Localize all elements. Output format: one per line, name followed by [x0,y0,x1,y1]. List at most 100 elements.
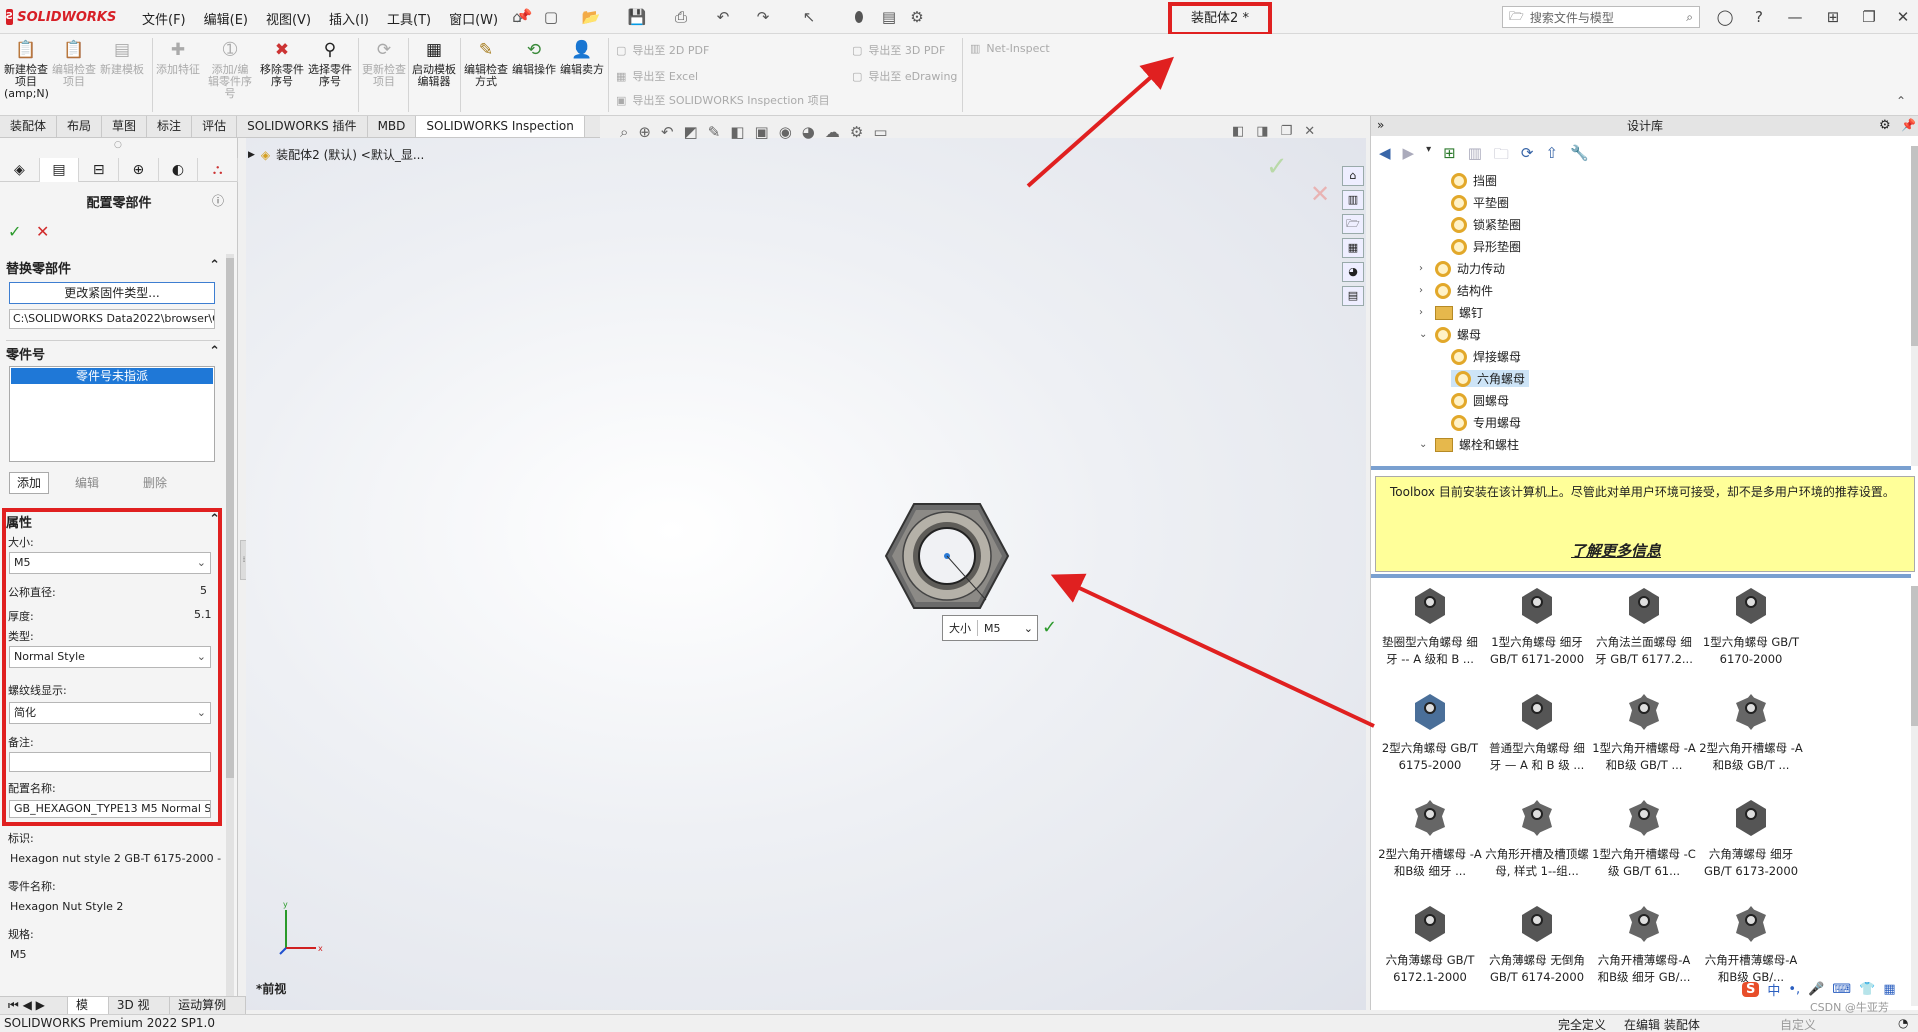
items-scrollbar[interactable] [1911,586,1918,1006]
tile-right-icon[interactable]: ◨ [1256,124,1268,139]
library-item[interactable]: 普通型六角螺母 细牙 — A 和 B 级 ... [1484,692,1590,774]
export-excel-button[interactable]: ▦ 导出至 Excel [616,68,698,84]
library-item[interactable]: 2型六角螺母 GB/T 6175-2000 [1377,692,1483,774]
scroll-nav-icon[interactable]: ⏮ ◀ ▶ ⏭ [0,997,69,1029]
display-manager-tab-icon[interactable]: ◐ [159,158,199,182]
search-box[interactable]: 🗁 搜索文件与模型 ⌕ [1502,6,1700,28]
panel-grip[interactable]: ○ [114,140,122,150]
keyboard-icon[interactable]: ⌨ [1832,982,1851,997]
tree-item[interactable]: ⌄ 螺栓和螺柱 [1419,436,1519,453]
panel-settings-icon[interactable]: ⚙ [1879,118,1891,133]
library-item[interactable]: 六角法兰面螺母 细牙 GB/T 6177.2... [1591,586,1697,668]
menu-edit[interactable]: 编辑(E) [204,9,248,28]
tab-markup[interactable]: 标注 [147,116,193,137]
update-inspection-button[interactable]: ⟳ 更新检查项目 [362,38,406,88]
library-item[interactable]: 六角薄螺母 GB/T 6172.1-2000 [1377,904,1483,986]
collapse-ribbon-icon[interactable]: ⌃ [1896,94,1906,108]
menu-file[interactable]: 文件(F) [142,9,186,28]
expand-arrow-icon[interactable]: ▶ [248,150,255,160]
edit-inspection-method-button[interactable]: ✎ 编辑检查方式 [464,38,508,88]
view-orientation-icon[interactable]: ◧ [730,123,744,141]
part-number-section-header[interactable]: 零件号 ⌃ [6,344,220,363]
delete-button[interactable]: 删除 [130,473,180,493]
menu-window[interactable]: 窗口(W) [449,9,498,28]
open-icon[interactable]: 📂 [580,6,602,28]
remove-balloon-button[interactable]: ✖ 移除零件序号 [260,38,304,88]
refresh-icon[interactable]: ⟳ [1521,144,1534,169]
path-field[interactable]: C:\SOLIDWORKS Data2022\browser\GB [9,309,215,329]
status-help-icon[interactable]: ◔ [1898,1016,1908,1030]
design-library-icon[interactable]: ▥ [1342,190,1364,210]
add-edit-balloon-button[interactable]: ➀ 添加/编辑零件序号 [208,38,252,100]
list-item[interactable]: 零件号未指派 [11,368,213,384]
chevron-down-icon[interactable]: ⌄ [1419,329,1429,340]
dynamic-annotation-icon[interactable]: ✎ [708,123,721,141]
tree-item[interactable]: 焊接螺母 [1451,348,1521,365]
hex-nut-model[interactable] [882,500,1012,612]
back-icon[interactable]: ◀ [1379,144,1391,169]
tab-inspection[interactable]: SOLIDWORKS Inspection [416,116,585,137]
zoom-fit-icon[interactable]: ⌕ [620,123,628,141]
chevron-right-icon[interactable]: › [1419,307,1429,318]
edit-operation-button[interactable]: ⟲ 编辑操作 [512,38,556,76]
part-number-list[interactable]: 零件号未指派 [9,366,215,462]
tree-item[interactable]: 圆螺母 [1451,392,1509,409]
library-item[interactable]: 六角形开槽及槽顶螺母, 样式 1--组... [1484,798,1590,880]
chevron-down-icon[interactable]: ⌄ [1419,439,1429,450]
library-item[interactable]: 六角薄螺母 无倒角 GB/T 6174-2000 [1484,904,1590,986]
previous-view-icon[interactable]: ↶ [661,123,674,141]
tile-left-icon[interactable]: ◧ [1232,124,1244,139]
popup-ok-icon[interactable]: ✓ [1042,617,1057,638]
zoom-area-icon[interactable]: ⊕ [638,123,651,141]
appearances-icon[interactable]: ◕ [1342,262,1364,282]
undo-icon[interactable]: ↶ [712,6,734,28]
solidworks-logo[interactable]: Ƨ SOLIDWORKS [6,7,116,27]
tree-item[interactable]: 异形垫圈 [1451,238,1521,255]
edit-appearance-icon[interactable]: ◕ [802,123,815,141]
chevron-down-icon[interactable]: ⌄ [1024,622,1037,635]
chevron-right-icon[interactable]: › [1419,263,1429,274]
solidworks-resources-icon[interactable]: ⌂ [1342,166,1364,186]
tab-3d-views[interactable]: 3D 视图 [109,997,171,1029]
menu-insert[interactable]: 插入(I) [329,9,369,28]
add-button[interactable]: 添加 [9,472,49,494]
export-inspection-project-button[interactable]: ▣ 导出至 SOLIDWORKS Inspection 项目 [616,92,830,108]
help-icon[interactable]: ⓘ [212,192,224,209]
library-item[interactable]: 六角薄螺母 细牙 GB/T 6173-2000 [1698,798,1804,880]
status-custom[interactable]: 自定义 [1780,1016,1816,1032]
toolbox-icon[interactable]: 🔧 [1570,144,1589,169]
collapse-panel-icon[interactable]: » [1377,118,1384,132]
tree-scrollbar[interactable] [1911,146,1918,466]
add-file-location-icon[interactable]: ▥ [1468,144,1482,169]
skin-icon[interactable]: 👕 [1859,982,1875,997]
cam-tab-icon[interactable]: ⛬ [198,158,239,182]
export-2d-pdf-button[interactable]: ▢ 导出至 2D PDF [616,42,709,58]
dimxpert-tab-icon[interactable]: ⊕ [119,158,159,182]
tile-icon[interactable]: ⊞ [1820,6,1846,28]
rebuild-icon[interactable]: ⬮ [848,6,870,28]
change-fastener-type-button[interactable]: 更改紧固件类型... [9,282,215,304]
edit-button[interactable]: 编辑 [62,473,112,493]
tab-addins[interactable]: SOLIDWORKS 插件 [237,116,368,137]
close-window-icon[interactable]: ✕ [1304,124,1315,139]
search-input[interactable]: 搜索文件与模型 [1530,9,1680,26]
collapse-icon[interactable]: ⌃ [209,344,220,363]
replace-section-header[interactable]: 替换零部件 ⌃ [6,258,220,277]
tree-item[interactable]: 六角螺母 [1451,370,1530,387]
library-item[interactable]: 1型六角螺母 GB/T 6170-2000 [1698,586,1804,668]
select-balloon-button[interactable]: ⚲ 选择零件序号 [308,38,352,88]
tab-model[interactable]: 模型 [68,997,109,1029]
scene-icon[interactable]: ☁ [825,123,840,141]
tree-item[interactable]: 平垫圈 [1451,194,1509,211]
print-icon[interactable]: ⎙ [670,6,692,28]
scrollbar-thumb[interactable] [1911,586,1918,726]
library-item[interactable]: 六角开槽薄螺母-A 和B级 GB/... [1698,904,1804,986]
library-item[interactable]: 六角开槽薄螺母-A 和B级 细牙 GB/... [1591,904,1697,986]
view-palette-icon[interactable]: ▦ [1342,238,1364,258]
library-item[interactable]: 2型六角开槽螺母 -A和B级 GB/T ... [1698,692,1804,774]
confirm-corner-ok-icon[interactable]: ✓ [1266,152,1288,182]
popup-size-select[interactable]: M5 [978,622,1024,635]
tab-mbd[interactable]: MBD [368,116,417,137]
tree-item[interactable]: 锁紧垫圈 [1451,216,1521,233]
ime-punct-icon[interactable]: •, [1788,982,1800,997]
